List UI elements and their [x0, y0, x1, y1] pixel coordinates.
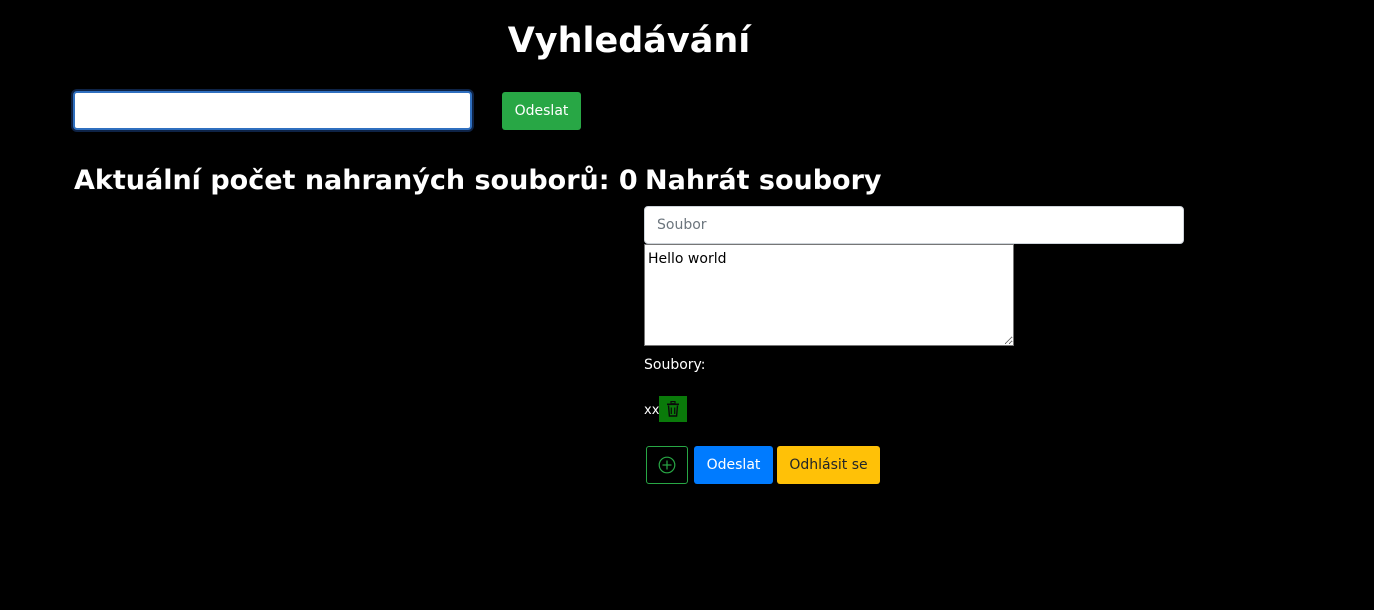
search-submit-button[interactable]: Odeslat	[502, 92, 581, 130]
logout-button[interactable]: Odhlásit se	[777, 446, 880, 484]
page: Vyhledávání Odeslat Aktuální počet nahra…	[0, 0, 1374, 610]
file-content-textarea[interactable]: Hello world	[644, 244, 1014, 346]
file-list-item: xx	[644, 396, 688, 422]
file-count-heading: Aktuální počet nahraných souborů: 0	[74, 165, 638, 196]
search-input[interactable]	[73, 91, 472, 130]
file-name-input[interactable]	[644, 206, 1184, 244]
file-item-name: xx	[644, 402, 660, 418]
delete-file-button[interactable]	[659, 396, 688, 422]
files-label: Soubory:	[644, 357, 706, 373]
plus-circle-icon	[658, 456, 676, 474]
upload-heading: Nahrát soubory	[645, 165, 882, 196]
page-title: Vyhledávání	[507, 21, 751, 61]
trash-icon	[666, 401, 680, 417]
add-file-button[interactable]	[646, 446, 688, 484]
upload-submit-button[interactable]: Odeslat	[694, 446, 773, 484]
